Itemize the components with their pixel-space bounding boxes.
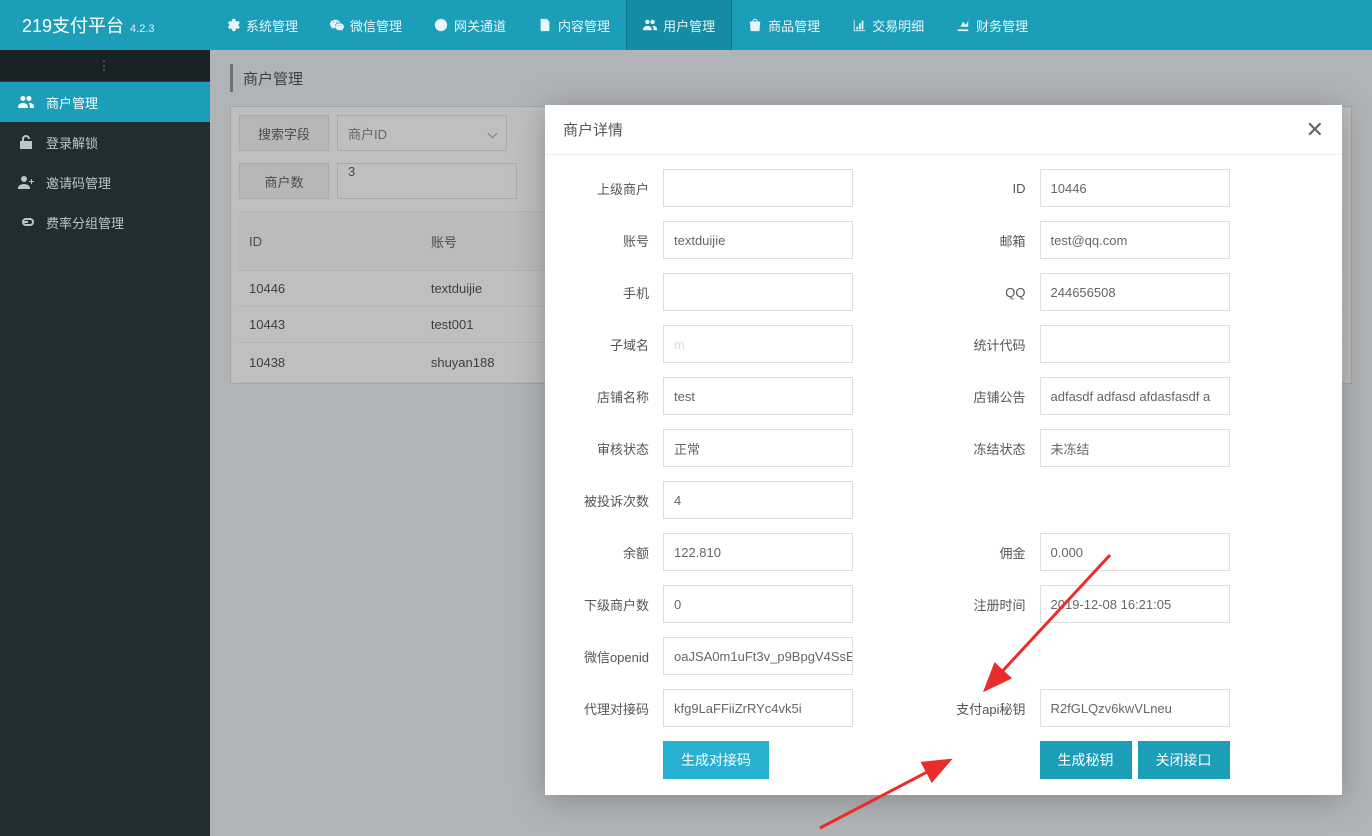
unlock-icon	[18, 134, 34, 150]
input-subcount[interactable]: 0	[663, 585, 853, 623]
topnav: 系统管理 微信管理 网关通道 内容管理 用户管理 商品管理 交易明细 财务管理	[210, 0, 1372, 50]
label-freeze: 冻结状态	[944, 439, 1032, 458]
money-icon	[956, 18, 970, 32]
input-audit[interactable]: 正常	[663, 429, 853, 467]
nav-label: 商品管理	[768, 16, 820, 35]
modal-form: 上级商户 ID10446 账号textduijie 邮箱test@qq.com …	[545, 155, 1342, 779]
sidebar-actions[interactable]: ⋮	[0, 50, 210, 82]
sidebar: ⋮ 商户管理 登录解锁 邀请码管理 费率分组管理	[0, 50, 210, 836]
label-commission: 佣金	[944, 543, 1032, 562]
input-parent[interactable]	[663, 169, 853, 207]
label-regtime: 注册时间	[944, 595, 1032, 614]
nav-product[interactable]: 商品管理	[732, 0, 836, 50]
label-agentcode: 代理对接码	[567, 699, 655, 718]
input-paysecret[interactable]: R2fGLQzv6kwVLneu	[1040, 689, 1230, 727]
nav-label: 财务管理	[976, 16, 1028, 35]
modal-title: 商户详情	[563, 119, 623, 140]
label-balance: 余额	[567, 543, 655, 562]
sidebar-item-invite[interactable]: 邀请码管理	[0, 162, 210, 202]
label-openid: 微信openid	[567, 647, 655, 666]
gen-secret-button[interactable]: 生成秘钥	[1040, 741, 1132, 779]
doc-icon	[538, 18, 552, 32]
input-agentcode[interactable]: kfg9LaFFiiZrRYc4vk5i	[663, 689, 853, 727]
close-api-button[interactable]: 关闭接口	[1138, 741, 1230, 779]
input-commission[interactable]: 0.000	[1040, 533, 1230, 571]
sidebar-item-label: 邀请码管理	[46, 173, 111, 192]
p-icon	[434, 18, 448, 32]
nav-gateway[interactable]: 网关通道	[418, 0, 522, 50]
merchant-detail-modal: 商户详情 ✕ 上级商户 ID 10446 账号 textduijie 邮箱 test@…	[545, 105, 1342, 795]
close-icon[interactable]: ✕	[1306, 119, 1324, 141]
label-statcode: 统计代码	[944, 335, 1032, 354]
input-regtime[interactable]: 2019-12-08 16:21:05	[1040, 585, 1230, 623]
nav-wechat[interactable]: 微信管理	[314, 0, 418, 50]
input-openid[interactable]: oaJSA0m1uFt3v_p9BpgV4SsECQ	[663, 637, 853, 675]
brand-version: 4.2.3	[130, 23, 154, 35]
nav-label: 内容管理	[558, 16, 610, 35]
label-id: ID	[944, 181, 1032, 196]
brand: 219支付平台 4.2.3	[0, 12, 210, 38]
sidebar-item-label: 商户管理	[46, 93, 98, 112]
nav-label: 交易明细	[872, 16, 924, 35]
wechat-icon	[330, 18, 344, 32]
users-icon	[18, 94, 34, 110]
input-shopname[interactable]: test	[663, 377, 853, 415]
label-shopname: 店铺名称	[567, 387, 655, 406]
sidebar-item-unlock[interactable]: 登录解锁	[0, 122, 210, 162]
dots-icon: ⋮	[98, 58, 113, 74]
sidebar-item-rate[interactable]: 费率分组管理	[0, 202, 210, 242]
nav-trade[interactable]: 交易明细	[836, 0, 940, 50]
label-parent: 上级商户	[567, 179, 655, 198]
label-paysecret: 支付api秘钥	[944, 699, 1032, 718]
sidemenu: 商户管理 登录解锁 邀请码管理 费率分组管理	[0, 82, 210, 242]
nav-label: 微信管理	[350, 16, 402, 35]
nav-user[interactable]: 用户管理	[626, 0, 732, 50]
users-icon	[643, 18, 657, 32]
nav-content[interactable]: 内容管理	[522, 0, 626, 50]
modal-header: 商户详情 ✕	[545, 105, 1342, 155]
input-complain[interactable]: 4	[663, 481, 853, 519]
gen-agent-button[interactable]: 生成对接码	[663, 741, 769, 779]
label-shopnotice: 店铺公告	[944, 387, 1032, 406]
sidebar-item-label: 费率分组管理	[46, 213, 124, 232]
input-email[interactable]: test@qq.com	[1040, 221, 1230, 259]
input-freeze[interactable]: 未冻结	[1040, 429, 1230, 467]
link-icon	[18, 214, 34, 230]
input-qq[interactable]: 244656508	[1040, 273, 1230, 311]
gear-icon	[226, 18, 240, 32]
sidebar-item-label: 登录解锁	[46, 133, 98, 152]
label-subcount: 下级商户数	[567, 595, 655, 614]
brand-title: 219支付平台	[22, 12, 124, 38]
label-complain: 被投诉次数	[567, 491, 655, 510]
label-account: 账号	[567, 231, 655, 250]
nav-label: 用户管理	[663, 16, 715, 35]
input-account[interactable]: textduijie	[663, 221, 853, 259]
input-phone[interactable]	[663, 273, 853, 311]
nav-label: 系统管理	[246, 16, 298, 35]
input-statcode[interactable]	[1040, 325, 1230, 363]
label-audit: 审核状态	[567, 439, 655, 458]
sidebar-item-merchant[interactable]: 商户管理	[0, 82, 210, 122]
label-subdomain: 子域名	[567, 335, 655, 354]
nav-label: 网关通道	[454, 16, 506, 35]
label-phone: 手机	[567, 283, 655, 302]
nav-finance[interactable]: 财务管理	[940, 0, 1044, 50]
input-balance[interactable]: 122.810	[663, 533, 853, 571]
input-id[interactable]: 10446	[1040, 169, 1230, 207]
input-shopnotice[interactable]: adfasdf adfasd afdasfasdf a	[1040, 377, 1230, 415]
label-qq: QQ	[944, 285, 1032, 300]
nav-system[interactable]: 系统管理	[210, 0, 314, 50]
chart-icon	[852, 18, 866, 32]
input-subdomain[interactable]: m	[663, 325, 853, 363]
userplus-icon	[18, 174, 34, 190]
label-email: 邮箱	[944, 231, 1032, 250]
topbar: 219支付平台 4.2.3 系统管理 微信管理 网关通道 内容管理 用户管理 商…	[0, 0, 1372, 50]
bag-icon	[748, 18, 762, 32]
